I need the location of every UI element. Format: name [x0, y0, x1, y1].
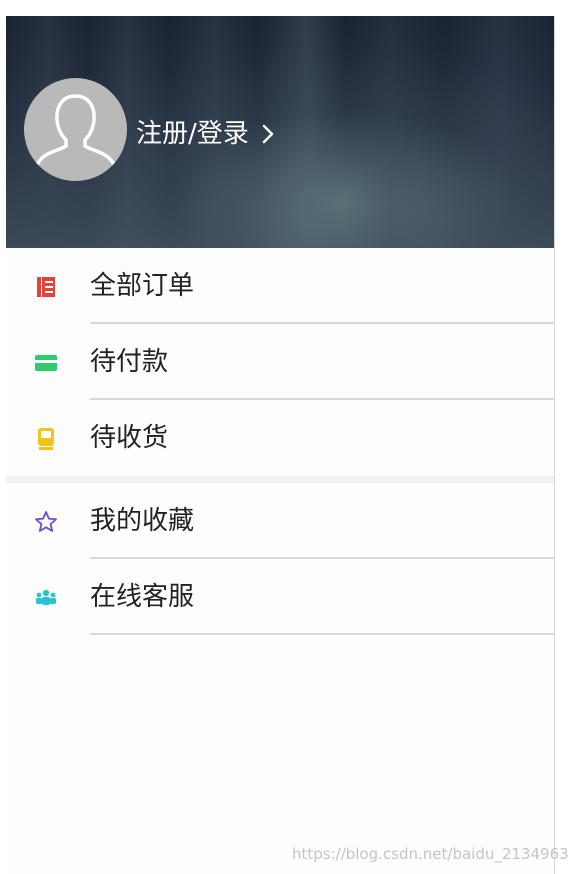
section-gap — [6, 476, 554, 483]
team-icon — [36, 589, 56, 605]
user-avatar-icon[interactable] — [24, 78, 127, 181]
login-register-link[interactable]: 注册/登录 — [136, 116, 275, 152]
menu-item-online-service[interactable]: 在线客服 — [6, 559, 554, 635]
menu-item-pending-payment[interactable]: 待付款 — [6, 324, 554, 400]
menu-item-favorites[interactable]: 我的收藏 — [6, 483, 554, 559]
menu-item-pending-delivery[interactable]: 待收货 — [6, 400, 554, 476]
menu-item-all-orders[interactable]: 全部订单 — [6, 248, 554, 324]
menu-item-label: 待付款 — [90, 347, 169, 377]
menu-item-label: 全部订单 — [90, 271, 195, 301]
watermark-url: https://blog.csdn.net/baidu_21349635 — [292, 845, 568, 863]
menu-item-label: 待收货 — [90, 423, 169, 453]
card-icon — [35, 355, 57, 371]
menu-item-label: 在线客服 — [90, 582, 195, 612]
divider — [90, 633, 554, 635]
menu-item-label: 我的收藏 — [90, 506, 195, 536]
chevron-right-icon — [262, 124, 273, 144]
orders-icon — [37, 277, 55, 297]
login-register-label: 注册/登录 — [136, 119, 249, 149]
train-icon — [38, 428, 54, 450]
profile-header: 注册/登录 — [6, 16, 554, 248]
menu-list: 全部订单 待付款 待收货 我的收藏 在线客服 — [6, 248, 554, 635]
side-panel: 注册/登录 全部订单 待付款 待收货 我的收藏 在线客服 — [6, 16, 555, 874]
star-icon — [35, 511, 57, 532]
